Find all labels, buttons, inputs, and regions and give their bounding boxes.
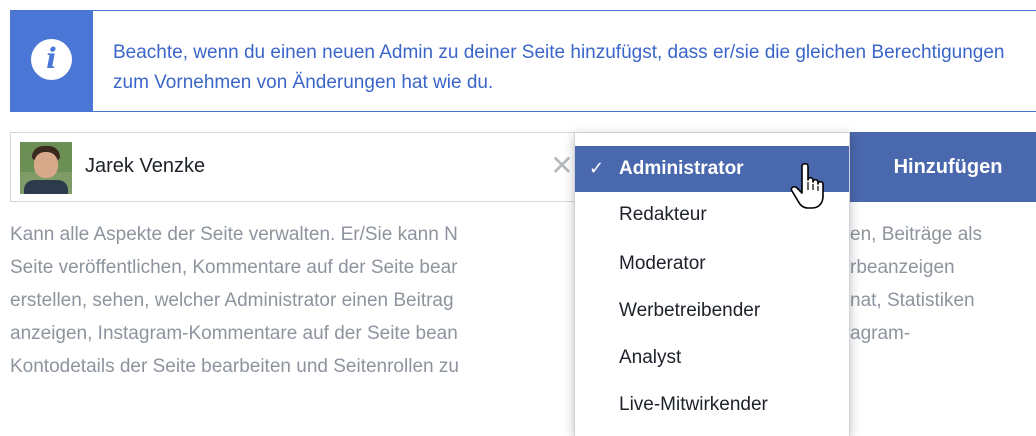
- hand-cursor-icon: [790, 162, 824, 209]
- role-description: Kann alle Aspekte der Seite verwalten. E…: [10, 218, 1020, 383]
- description-line: Kontodetails der Seite bearbeiten und Se…: [10, 356, 459, 377]
- description-line: Seite veröffentlichen, Kommentare auf de…: [10, 257, 458, 278]
- info-message: Beachte, wenn du einen neuen Admin zu de…: [113, 42, 1005, 93]
- description-line-right: nat, Statistiken: [850, 290, 975, 311]
- description-line-right: en, Beiträge als: [850, 224, 983, 245]
- role-option-label: Administrator: [619, 158, 744, 179]
- user-selector[interactable]: Jarek Venzke ✕: [10, 132, 594, 202]
- info-banner: i Beachte, wenn du einen neuen Admin zu …: [10, 10, 1036, 112]
- description-line-right: rbeanzeigen: [850, 257, 955, 278]
- selected-user-name: Jarek Venzke: [85, 155, 206, 177]
- role-option-label: Analyst: [619, 347, 682, 368]
- add-button[interactable]: Hinzufügen: [848, 132, 1036, 202]
- clear-icon[interactable]: ✕: [547, 151, 577, 181]
- avatar: [20, 142, 72, 194]
- role-option-live-mitwirkender[interactable]: Live-Mitwirkender: [575, 382, 849, 428]
- role-option-werbetreibender[interactable]: Werbetreibender: [575, 288, 849, 334]
- description-line: erstellen, sehen, welcher Administrator …: [10, 290, 454, 311]
- description-line-right: agram-: [850, 323, 911, 344]
- role-option-label: Moderator: [619, 253, 706, 274]
- role-option-label: Live-Mitwirkender: [619, 394, 768, 415]
- description-line: anzeigen, Instagram-Kommentare auf der S…: [10, 323, 458, 344]
- check-icon: ✓: [589, 158, 605, 179]
- role-option-label: Redakteur: [619, 204, 707, 225]
- info-banner-sidebar: i: [11, 11, 93, 111]
- info-icon-glyph: i: [46, 42, 57, 75]
- description-line: Kann alle Aspekte der Seite verwalten. E…: [10, 224, 458, 245]
- info-icon: i: [31, 39, 72, 80]
- role-option-moderator[interactable]: Moderator: [575, 241, 849, 287]
- role-option-label: Werbetreibender: [619, 300, 761, 321]
- role-option-analyst[interactable]: Analyst: [575, 335, 849, 381]
